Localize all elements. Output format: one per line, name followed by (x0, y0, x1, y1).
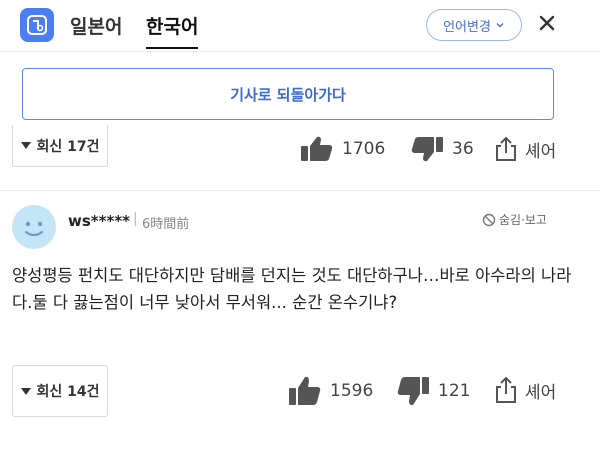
like-button[interactable]: 1706 (300, 136, 385, 162)
dislike-count: 36 (452, 139, 474, 159)
thumbs-down-icon (411, 137, 443, 162)
back-to-article-button[interactable]: 기사로 되돌아가다 (22, 68, 554, 120)
caret-down-icon (20, 142, 31, 149)
translate-logo-icon (27, 15, 47, 35)
caret-down-icon (20, 387, 31, 395)
smiley-avatar-icon (24, 221, 44, 237)
reply-count-button[interactable]: 회신 14건 (12, 365, 108, 417)
avatar (12, 205, 56, 249)
hide-report-button[interactable]: 숨김·보고 (482, 211, 547, 228)
share-button[interactable]: 셰어 (495, 376, 556, 404)
comment-timestamp: 6時間前 (142, 217, 190, 232)
share-label: 셰어 (525, 141, 557, 162)
language-change-button[interactable]: 언어변경 (426, 9, 522, 41)
share-label: 셰어 (525, 382, 557, 403)
share-icon (496, 376, 516, 403)
block-icon (482, 213, 496, 226)
reply-count-button[interactable]: 회신 17건 (12, 125, 108, 167)
dislike-button[interactable]: 36 (410, 136, 474, 162)
dislike-count: 121 (438, 381, 471, 401)
share-icon (496, 136, 516, 161)
app-logo[interactable] (20, 8, 54, 42)
tab-japanese[interactable]: 일본어 (70, 12, 122, 39)
thumbs-up-icon (301, 136, 333, 161)
reply-count-label: 회신 17건 (36, 138, 100, 155)
thumbs-down-icon (397, 377, 429, 406)
chevron-down-icon (496, 23, 504, 28)
like-count: 1706 (342, 139, 386, 159)
share-button[interactable]: 셰어 (495, 136, 556, 162)
like-button[interactable]: 1596 (288, 376, 373, 406)
reply-count-label: 회신 14건 (36, 384, 100, 400)
comment-divider (0, 190, 600, 191)
language-change-label: 언어변경 (443, 19, 491, 35)
close-icon[interactable] (536, 12, 558, 34)
comment-username[interactable]: ws***** (68, 212, 130, 230)
hide-report-label: 숨김·보고 (499, 213, 547, 227)
dislike-button[interactable]: 121 (396, 376, 470, 406)
tab-korean[interactable]: 한국어 (146, 12, 199, 49)
thumbs-up-icon (289, 376, 321, 405)
like-count: 1596 (330, 381, 374, 401)
meta-separator: | (133, 211, 138, 227)
app-header: 일본어 한국어 언어변경 (0, 0, 600, 52)
comment-body: 양성평등 펀치도 대단하지만 담배를 던지는 것도 대단하구나…바로 아수라의 … (12, 266, 572, 312)
